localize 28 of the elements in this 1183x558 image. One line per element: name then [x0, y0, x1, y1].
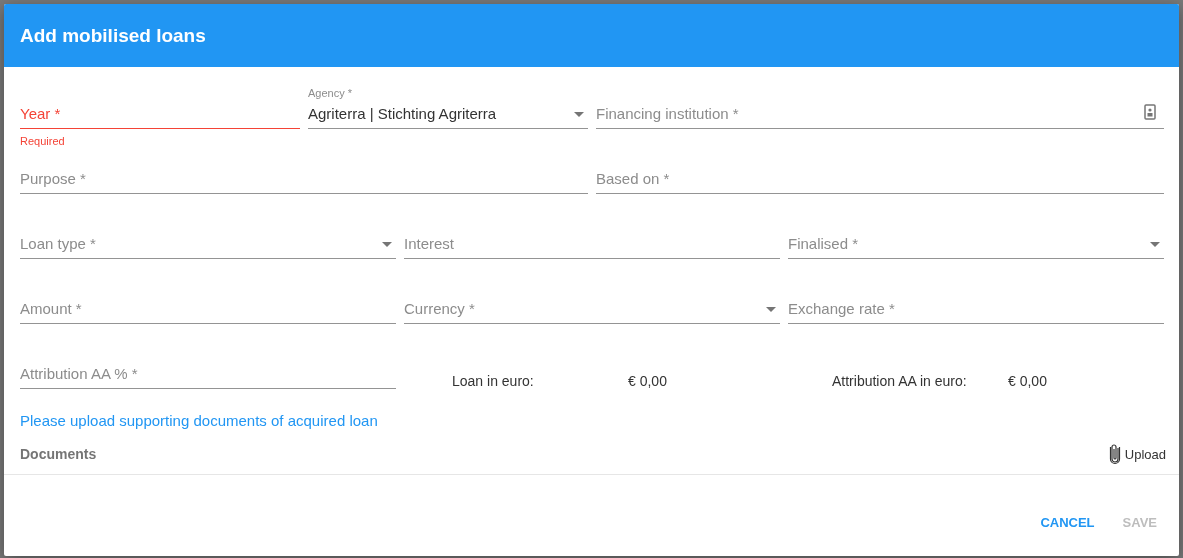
paperclip-icon: [1108, 443, 1121, 465]
caret-icon: [574, 112, 584, 117]
dialog-title: Add mobilised loans: [20, 24, 206, 47]
input-field[interactable]: Amount *: [20, 280, 396, 324]
total-label: Loan in euro:: [452, 373, 535, 391]
contact-card-icon[interactable]: [1144, 104, 1156, 120]
dropdown-field[interactable]: Loan type *: [20, 215, 396, 259]
total-value: € 0,00: [1008, 373, 1047, 391]
caret-icon: [382, 242, 392, 247]
dropdown-field[interactable]: Finalised *: [788, 215, 1164, 259]
dropdown-field[interactable]: Agency * Agriterra | Stichting Agriterra: [308, 85, 588, 129]
input-field[interactable]: Based on *: [596, 150, 1164, 194]
upload-button[interactable]: Upload: [1108, 443, 1166, 465]
input-field[interactable]: Attribution AA % *: [20, 345, 396, 389]
input-field[interactable]: Exchange rate *: [788, 280, 1164, 324]
upload-notice: Please upload supporting documents of acquired loan: [20, 411, 379, 431]
total-label: Attribution AA in euro:: [832, 373, 968, 391]
error-message: Required: [20, 135, 66, 147]
documents-heading: Documents: [20, 446, 97, 462]
total-value: € 0,00: [628, 373, 667, 391]
input-field[interactable]: Financing institution *: [596, 85, 1164, 129]
dropdown-field[interactable]: Currency *: [404, 280, 780, 324]
dialog-button[interactable]: CANCEL: [1032, 511, 1103, 534]
caret-icon: [766, 307, 776, 312]
input-field[interactable]: Interest: [404, 215, 780, 259]
input-field[interactable]: Purpose *: [20, 150, 588, 194]
input-field[interactable]: Year *: [20, 85, 300, 129]
caret-icon: [1150, 242, 1160, 247]
